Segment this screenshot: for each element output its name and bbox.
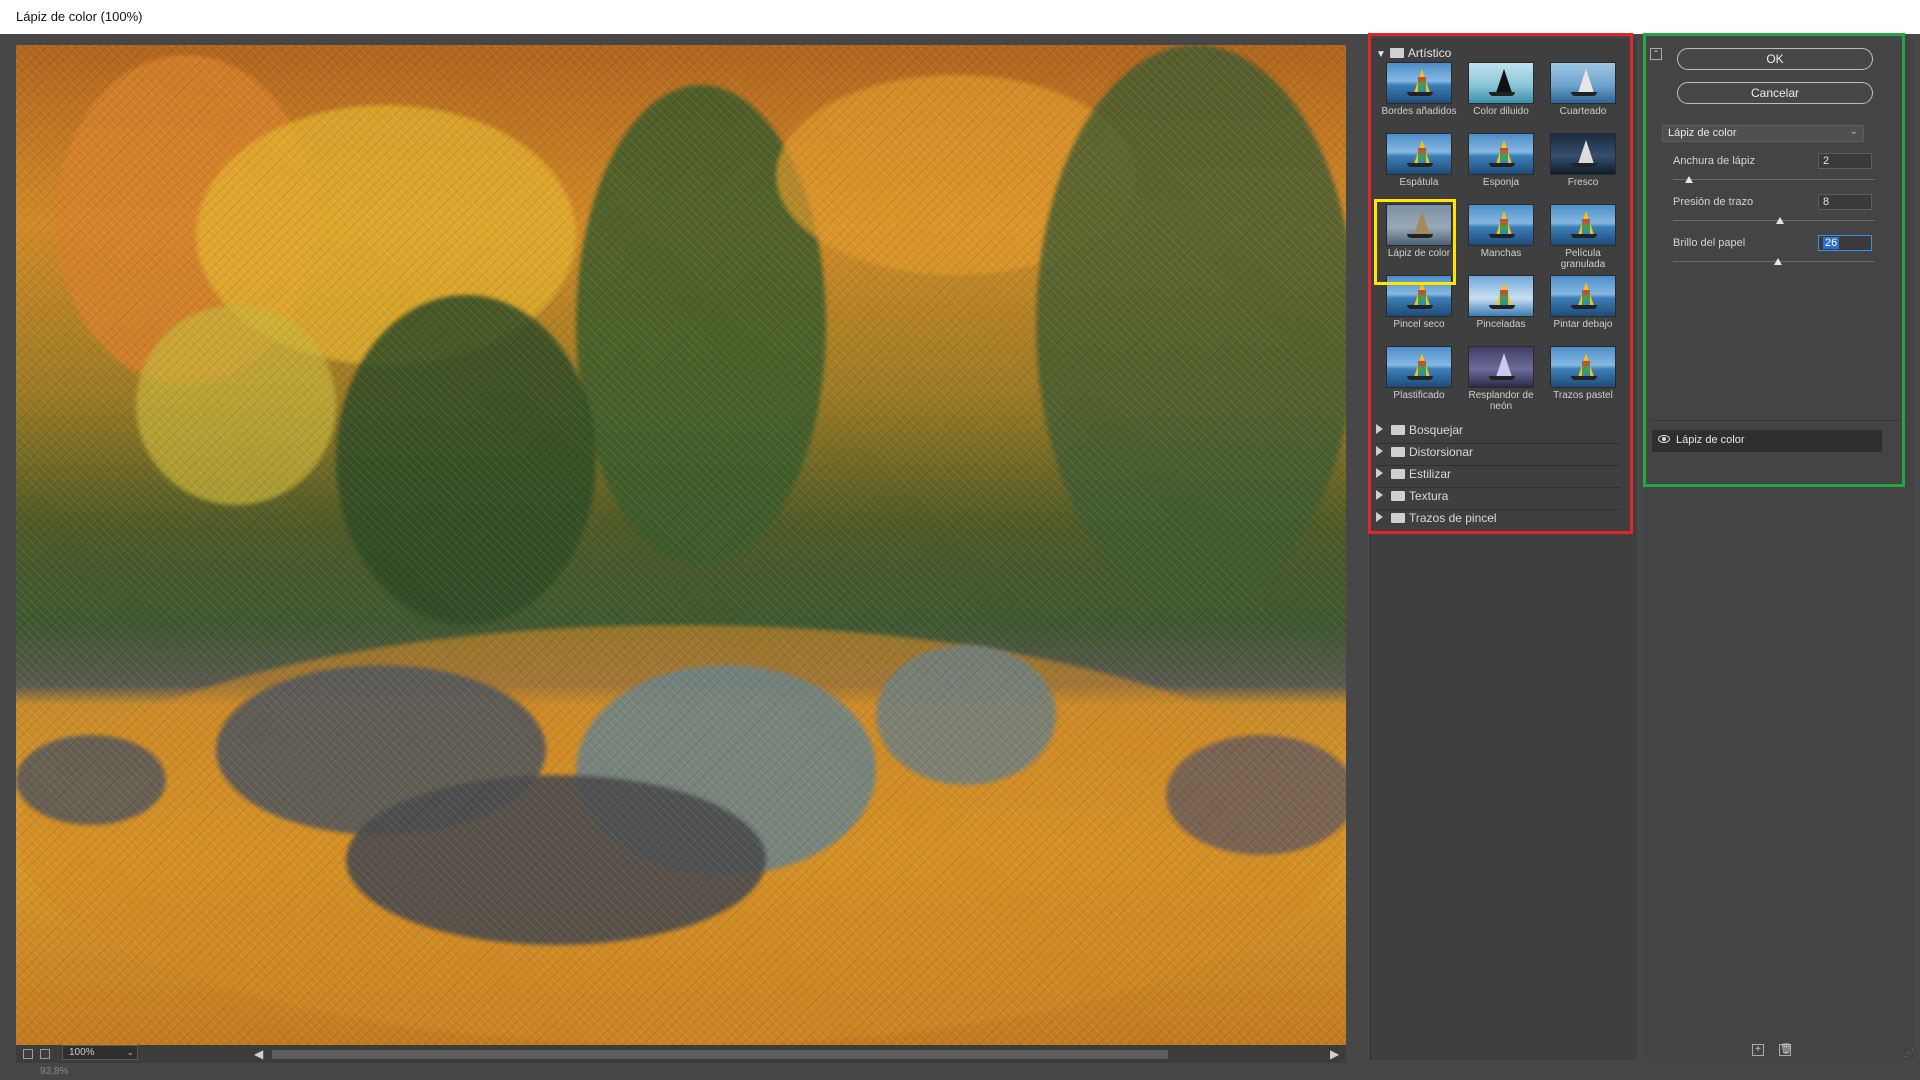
settings-highlight [1643, 33, 1905, 487]
resize-grip-icon[interactable]: ⋰ [1904, 1048, 1914, 1059]
window-titlebar: Lápiz de color (100%) [0, 0, 1920, 35]
status-zoom: 93,8% [40, 1066, 69, 1077]
chevron-down-icon: ⌄ [126, 1047, 134, 1057]
filter-browser-highlight [1368, 33, 1633, 534]
zoom-select[interactable]: 100% ⌄ [62, 1045, 138, 1060]
zoom-out-icon[interactable] [23, 1049, 33, 1059]
preview-image [16, 45, 1346, 1045]
zoom-in-icon[interactable] [40, 1049, 50, 1059]
horizontal-scrollbar[interactable] [272, 1050, 1168, 1059]
new-effect-layer-icon[interactable]: + [1752, 1044, 1764, 1056]
scroll-right-icon[interactable]: ▶ [1330, 1047, 1339, 1061]
image-preview[interactable] [16, 45, 1346, 1045]
scroll-left-icon[interactable]: ◀ [254, 1047, 263, 1061]
zoom-value: 100% [69, 1047, 95, 1058]
preview-controls: 100% ⌄ ◀ ▶ [16, 1045, 1346, 1063]
delete-icon[interactable]: 🗑 [1779, 1044, 1793, 1056]
window-title: Lápiz de color (100%) [16, 9, 143, 24]
